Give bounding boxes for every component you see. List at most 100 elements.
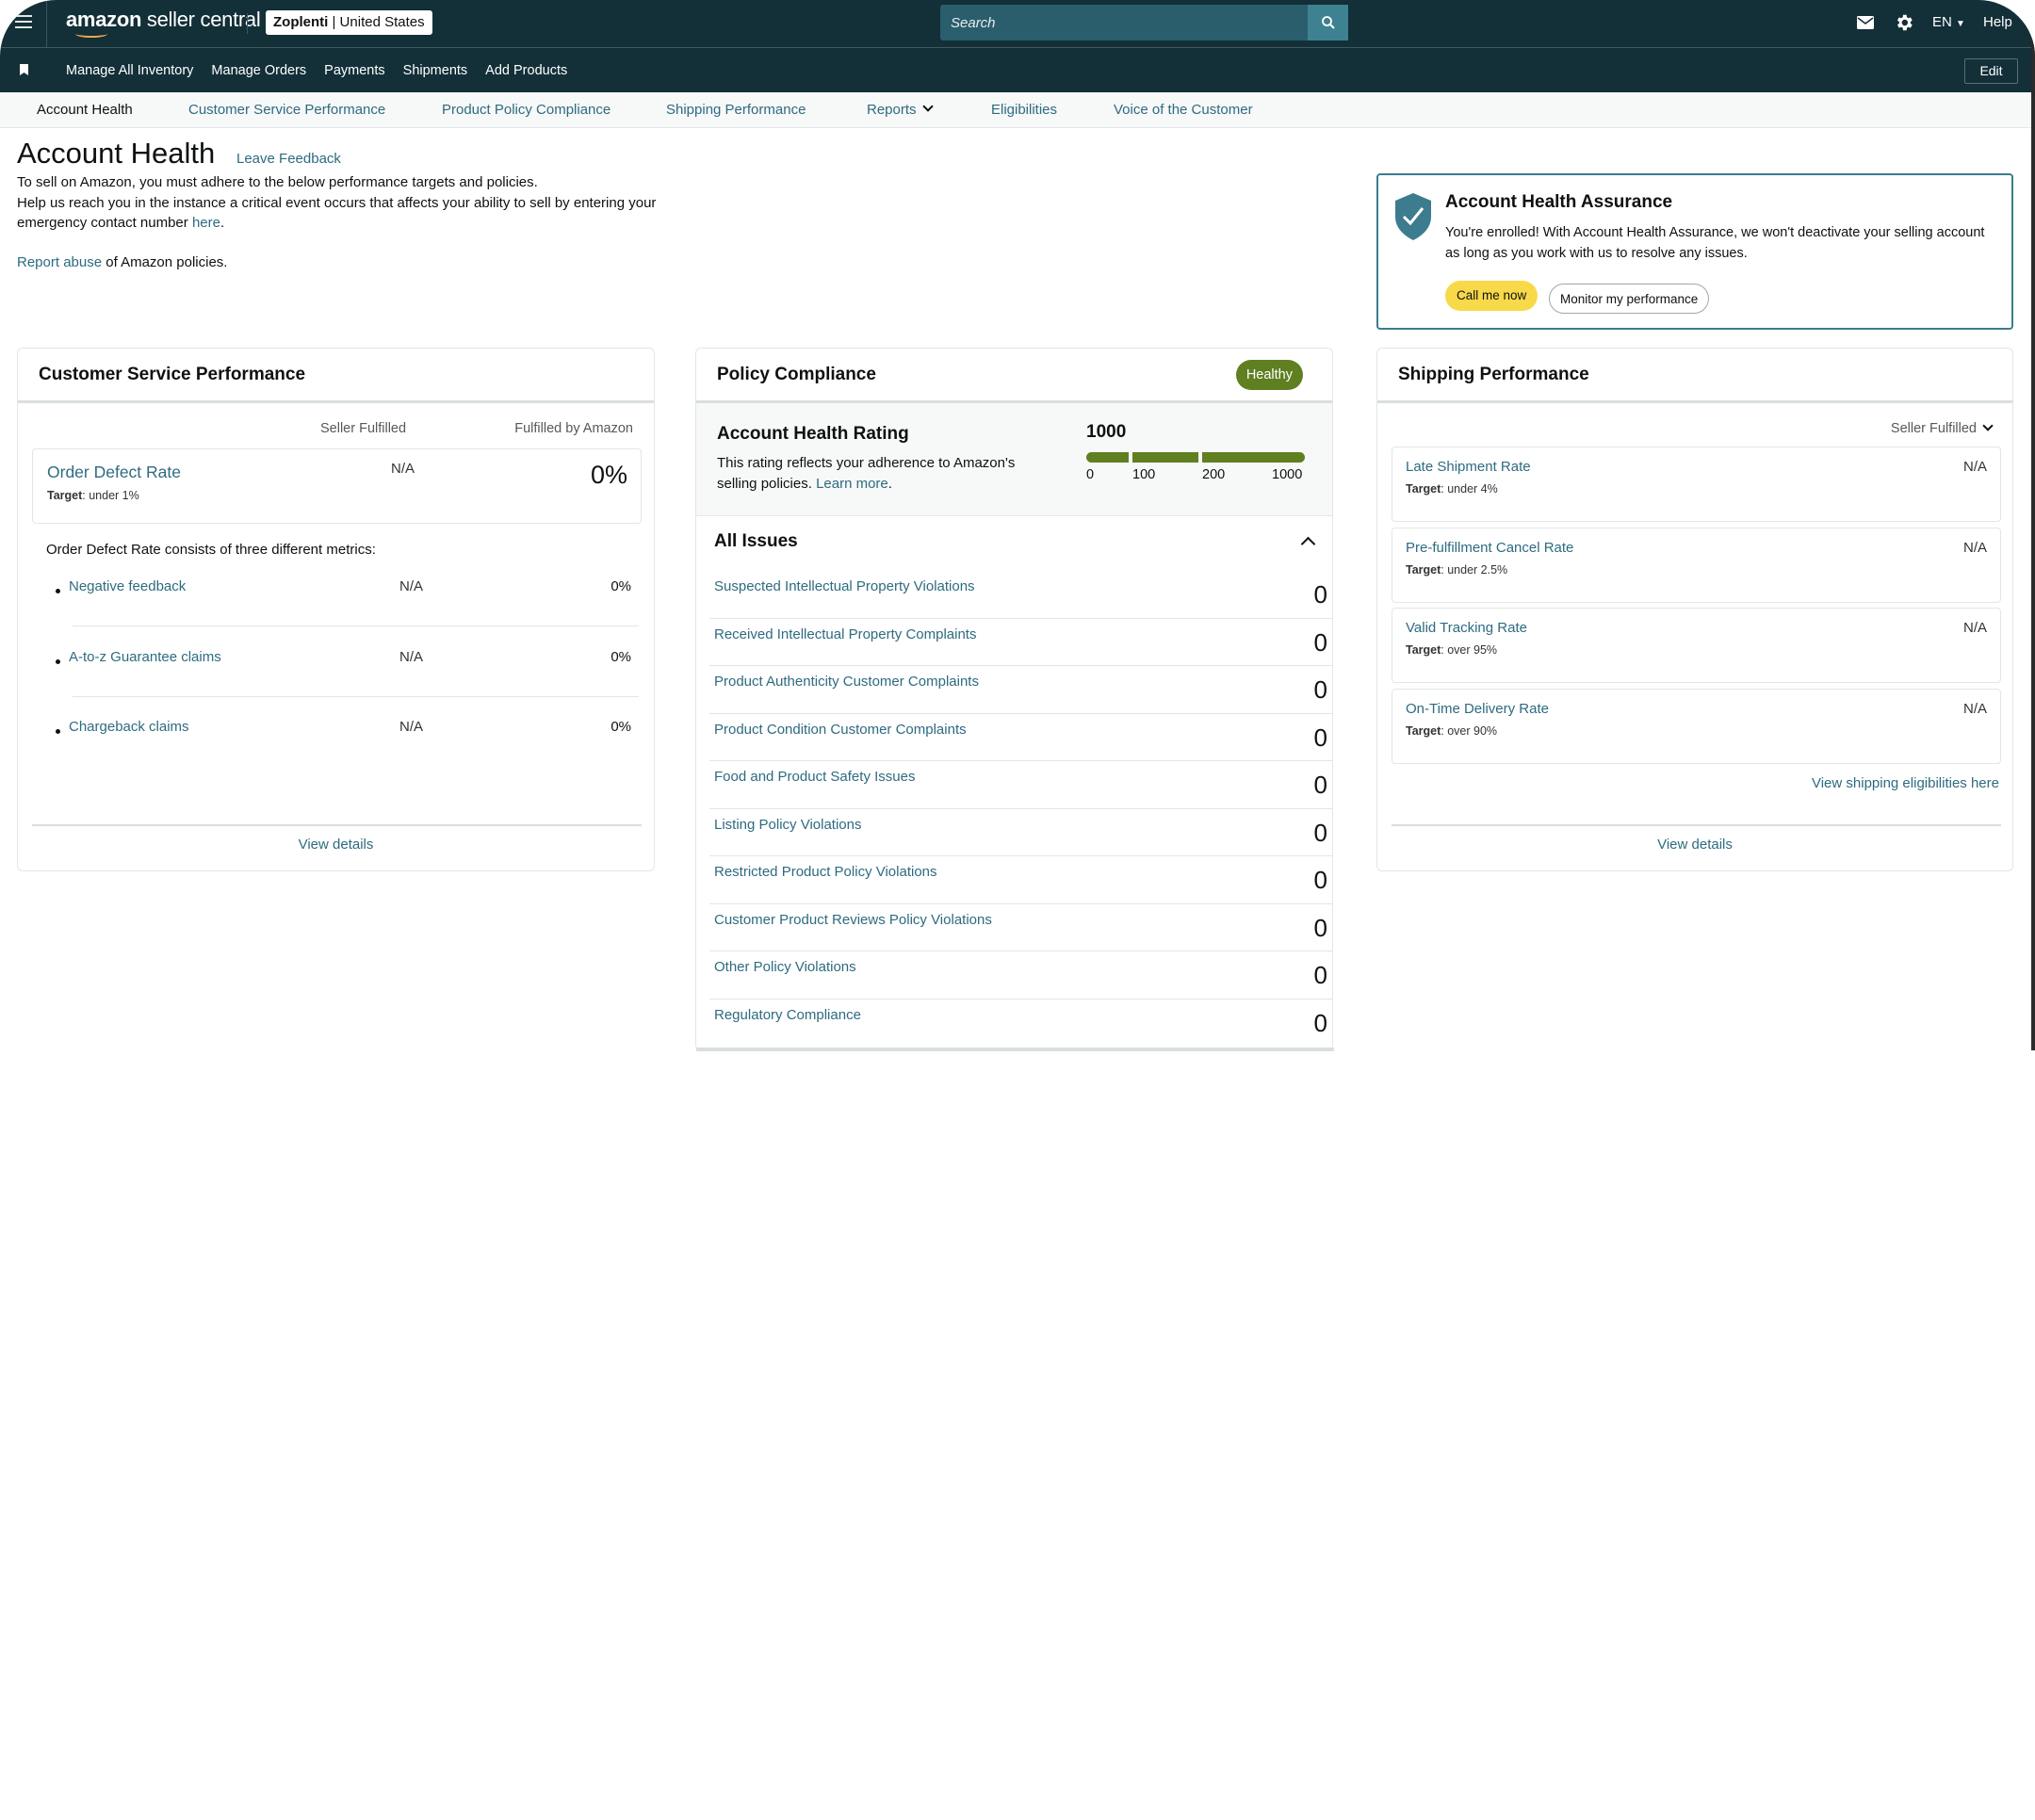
account-switcher[interactable]: Zoplenti | United States <box>266 10 432 35</box>
order-defect-rate-link[interactable]: Order Defect Rate <box>47 463 181 482</box>
nav-link-manage-all-inventory[interactable]: Manage All Inventory <box>66 63 193 78</box>
shipping-metric-link[interactable]: Pre-fulfillment Cancel Rate <box>1406 540 1573 556</box>
report-abuse-link[interactable]: Report abuse <box>17 254 102 270</box>
policy-compliance-card: Policy Compliance Healthy Account Health… <box>695 348 1334 1051</box>
shipping-metric-value: N/A <box>1962 459 1987 475</box>
issue-link[interactable]: Regulatory Compliance <box>714 1007 861 1023</box>
issue-link[interactable]: Suspected Intellectual Property Violatio… <box>714 578 975 594</box>
divider <box>32 824 642 826</box>
shipping-view-details-link[interactable]: View details <box>1377 837 2012 853</box>
odr-fba-value: 0% <box>590 461 627 489</box>
shipping-metric-value: N/A <box>1962 620 1987 636</box>
a-to-z-claims-link[interactable]: A-to-z Guarantee claims <box>69 649 221 665</box>
issue-count: 0 <box>1313 1008 1327 1037</box>
leave-feedback-link[interactable]: Leave Feedback <box>236 151 341 167</box>
nav-link-payments[interactable]: Payments <box>324 63 384 78</box>
filter-label: Seller Fulfilled <box>1890 421 1977 436</box>
ahr-text-end: . <box>887 475 892 492</box>
issue-row: Product Authenticity Customer Complaints… <box>709 666 1333 714</box>
tab-product-policy-compliance[interactable]: Product Policy Compliance <box>442 92 610 128</box>
account-name: Zoplenti <box>273 14 329 30</box>
target-label: Target <box>1406 482 1441 496</box>
shipping-metric-value: N/A <box>1962 539 1987 556</box>
top-bar: amazon seller central Zoplenti | United … <box>0 0 2035 47</box>
chargeback-claims-link[interactable]: Chargeback claims <box>69 719 189 735</box>
tab-reports[interactable]: Reports <box>867 92 934 128</box>
issue-link[interactable]: Food and Product Safety Issues <box>714 769 915 785</box>
shipping-metric-link[interactable]: On-Time Delivery Rate <box>1406 701 1549 717</box>
issue-link[interactable]: Product Authenticity Customer Complaints <box>714 674 979 690</box>
divider <box>247 13 248 34</box>
column-header-fba: Fulfilled by Amazon <box>514 421 633 436</box>
shipping-metric-link[interactable]: Valid Tracking Rate <box>1406 620 1527 636</box>
learn-more-link[interactable]: Learn more <box>816 476 888 492</box>
card-title: Policy Compliance <box>717 365 876 384</box>
search-input[interactable] <box>940 5 1348 41</box>
mail-icon[interactable] <box>1856 15 1875 30</box>
issue-link[interactable]: Other Policy Violations <box>714 959 856 975</box>
odr-metric-row: A-to-z Guarantee claims N/A 0% <box>56 649 644 720</box>
issue-link[interactable]: Received Intellectual Property Complaint… <box>714 626 976 642</box>
collapse-chevron-up-icon[interactable] <box>1300 536 1316 552</box>
gear-icon[interactable] <box>1894 12 1914 33</box>
logo-bold-text: amazon <box>66 8 142 31</box>
edit-bookmarks-button[interactable]: Edit <box>1964 58 2018 84</box>
card-header: Customer Service Performance <box>18 349 654 403</box>
chevron-down-icon <box>1982 420 1994 431</box>
nav-link-add-products[interactable]: Add Products <box>485 63 567 78</box>
hamburger-menu-icon[interactable] <box>15 15 32 30</box>
issue-link[interactable]: Listing Policy Violations <box>714 817 861 833</box>
metric-fba-value: 0% <box>610 719 631 735</box>
tab-voice-of-the-customer[interactable]: Voice of the Customer <box>1114 92 1253 128</box>
issue-count: 0 <box>1313 771 1327 799</box>
column-header-seller-fulfilled: Seller Fulfilled <box>320 421 407 436</box>
bookmark-icon[interactable] <box>20 64 28 75</box>
customer-service-performance-card: Customer Service Performance Seller Fulf… <box>17 348 655 871</box>
csp-view-details-link[interactable]: View details <box>18 837 654 853</box>
target-label: Target <box>1406 723 1441 738</box>
tab-eligibilities[interactable]: Eligibilities <box>991 92 1057 128</box>
tab-account-health[interactable]: Account Health <box>37 92 133 128</box>
account-health-tabs: Account Health Customer Service Performa… <box>0 92 2035 128</box>
help-link[interactable]: Help <box>1983 14 2012 30</box>
issue-row: Restricted Product Policy Violations 0 <box>709 856 1333 904</box>
emergency-contact-link[interactable]: here <box>192 215 220 231</box>
negative-feedback-link[interactable]: Negative feedback <box>69 578 186 594</box>
language-selector[interactable]: EN ▼ <box>1932 14 1965 30</box>
amazon-smile-icon <box>75 30 107 38</box>
issue-row: Regulatory Compliance 0 <box>709 999 1333 1048</box>
intro-end: . <box>220 215 225 231</box>
issue-row: Suspected Intellectual Property Violatio… <box>709 571 1333 619</box>
issue-row: Food and Product Safety Issues 0 <box>709 761 1333 809</box>
nav-link-shipments[interactable]: Shipments <box>403 63 468 78</box>
odr-seller-value: N/A <box>391 461 415 477</box>
search-button[interactable] <box>1308 5 1348 41</box>
shipping-metric-target: Target: under 4% <box>1406 482 1498 496</box>
fulfillment-filter-dropdown[interactable]: Seller Fulfilled <box>1890 420 1994 436</box>
bookmark-links: Manage All Inventory Manage Orders Payme… <box>66 48 567 93</box>
issue-link[interactable]: Customer Product Reviews Policy Violatio… <box>714 912 992 928</box>
shipping-eligibilities-link[interactable]: View shipping eligibilities here <box>1812 775 1999 791</box>
shipping-performance-card: Shipping Performance Seller Fulfilled La… <box>1376 348 2013 871</box>
bullet <box>56 729 60 734</box>
monitor-performance-button[interactable]: Monitor my performance <box>1549 284 1710 314</box>
search-box <box>940 5 1348 41</box>
aha-title: Account Health Assurance <box>1445 192 1673 212</box>
tab-shipping-performance[interactable]: Shipping Performance <box>666 92 806 128</box>
ahr-tick: 200 <box>1202 467 1226 482</box>
issue-link[interactable]: Product Condition Customer Complaints <box>714 722 967 738</box>
issue-count: 0 <box>1313 818 1327 847</box>
scrollbar[interactable] <box>2031 38 2035 1050</box>
page-title: Account Health <box>17 137 216 170</box>
caret-down-icon: ▼ <box>1956 19 1965 29</box>
odr-metric-row: Chargeback claims N/A 0% <box>56 719 644 789</box>
shipping-metric-link[interactable]: Late Shipment Rate <box>1406 459 1531 475</box>
amazon-seller-central-logo[interactable]: amazon seller central <box>66 8 261 32</box>
tab-customer-service-performance[interactable]: Customer Service Performance <box>188 92 385 128</box>
call-me-now-button[interactable]: Call me now <box>1445 281 1538 311</box>
search-icon <box>1321 16 1335 29</box>
issue-link[interactable]: Restricted Product Policy Violations <box>714 864 937 880</box>
metric-fba-value: 0% <box>610 578 631 594</box>
nav-link-manage-orders[interactable]: Manage Orders <box>211 63 306 78</box>
issue-count: 0 <box>1313 866 1327 894</box>
